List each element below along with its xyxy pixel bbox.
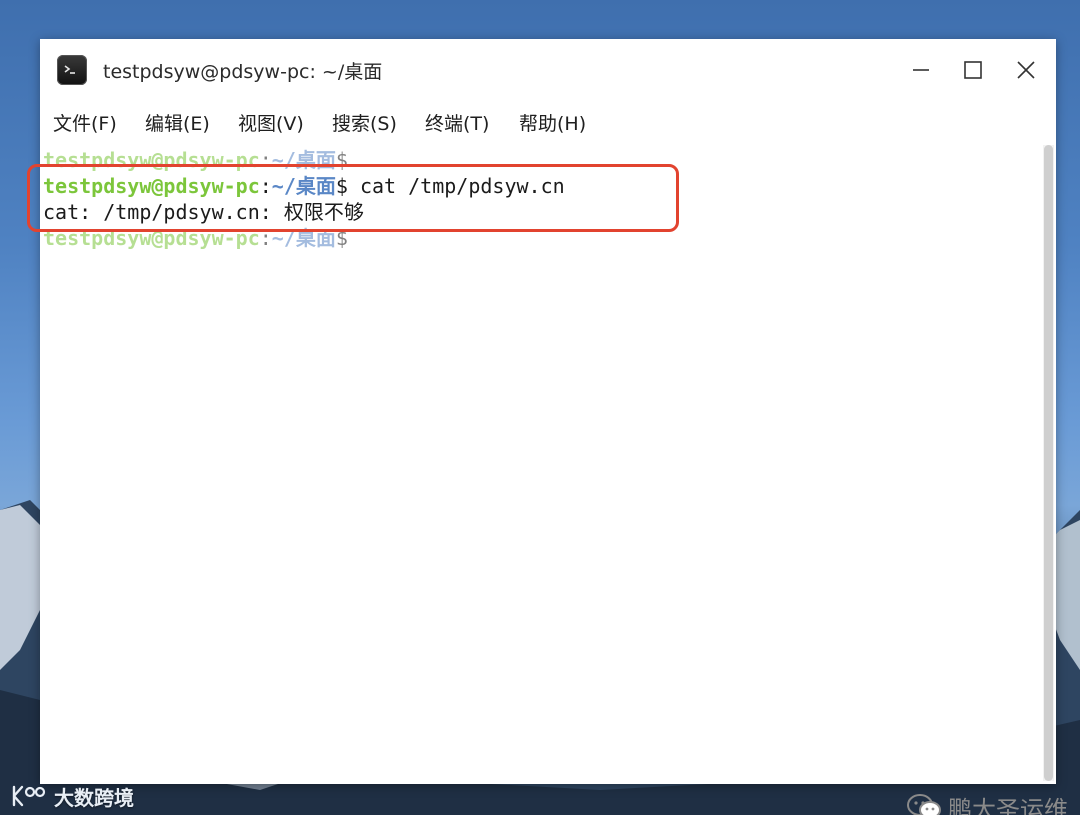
terminal-output-area[interactable]: testpdsyw@pdsyw-pc:~/桌面$ testpdsyw@pdsyw… xyxy=(40,143,1042,784)
prompt-separator: : xyxy=(259,174,272,198)
wechat-icon xyxy=(907,794,941,815)
prompt-path: ~/桌面 xyxy=(271,148,336,172)
terminal-window: testpdsyw@pdsyw-pc: ~/桌面 文件(F) 编辑(E) 视图(… xyxy=(40,39,1068,815)
brand-logo-icon xyxy=(12,785,46,807)
prompt-user: testpdsyw@pdsyw-pc xyxy=(43,148,260,172)
watermark-brand: 大数跨境 xyxy=(8,781,134,811)
command-text: cat /tmp/pdsyw.cn xyxy=(347,174,565,198)
vertical-scrollbar[interactable] xyxy=(1043,145,1054,781)
scrollbar-thumb[interactable] xyxy=(1044,145,1053,781)
close-button[interactable] xyxy=(1013,57,1039,83)
prompt-user: testpdsyw@pdsyw-pc xyxy=(43,174,260,198)
watermark-wechat: 鹏大圣运维 xyxy=(906,791,1068,815)
prompt-symbol: $ xyxy=(335,226,348,250)
minimize-button[interactable] xyxy=(908,57,934,83)
watermark-right-text: 鹏大圣运维 xyxy=(948,795,1068,815)
maximize-button[interactable] xyxy=(960,57,986,83)
terminal-line-command: testpdsyw@pdsyw-pc:~/桌面$ cat /tmp/pdsyw.… xyxy=(43,173,565,199)
prompt-user: testpdsyw@pdsyw-pc xyxy=(43,226,260,250)
window-title: testpdsyw@pdsyw-pc: ~/桌面 xyxy=(103,61,383,83)
minimize-icon xyxy=(913,69,929,71)
maximize-icon xyxy=(964,61,982,79)
close-icon xyxy=(1017,61,1035,79)
prompt-path: ~/桌面 xyxy=(271,226,336,250)
prompt-separator: : xyxy=(259,148,272,172)
menu-file[interactable]: 文件(F) xyxy=(53,109,117,136)
menu-edit[interactable]: 编辑(E) xyxy=(145,109,210,136)
prompt-separator: : xyxy=(259,226,272,250)
prompt-path: ~/桌面 xyxy=(271,174,336,198)
terminal-line-prompt: testpdsyw@pdsyw-pc:~/桌面$ xyxy=(43,225,348,251)
terminal-app-icon xyxy=(57,55,87,85)
watermark-left-text: 大数跨境 xyxy=(54,785,134,810)
prompt-symbol: $ xyxy=(335,174,348,198)
prompt-symbol: $ xyxy=(335,148,348,172)
menu-help[interactable]: 帮助(H) xyxy=(519,109,586,136)
menu-terminal[interactable]: 终端(T) xyxy=(425,109,489,136)
terminal-line-prompt: testpdsyw@pdsyw-pc:~/桌面$ xyxy=(43,147,348,173)
title-bar[interactable]: testpdsyw@pdsyw-pc: ~/桌面 xyxy=(40,39,1056,101)
menu-search[interactable]: 搜索(S) xyxy=(332,109,397,136)
menu-bar: 文件(F) 编辑(E) 视图(V) 搜索(S) 终端(T) 帮助(H) xyxy=(40,101,1056,143)
menu-view[interactable]: 视图(V) xyxy=(238,109,304,136)
terminal-line-error-output: cat: /tmp/pdsyw.cn: 权限不够 xyxy=(43,200,364,224)
